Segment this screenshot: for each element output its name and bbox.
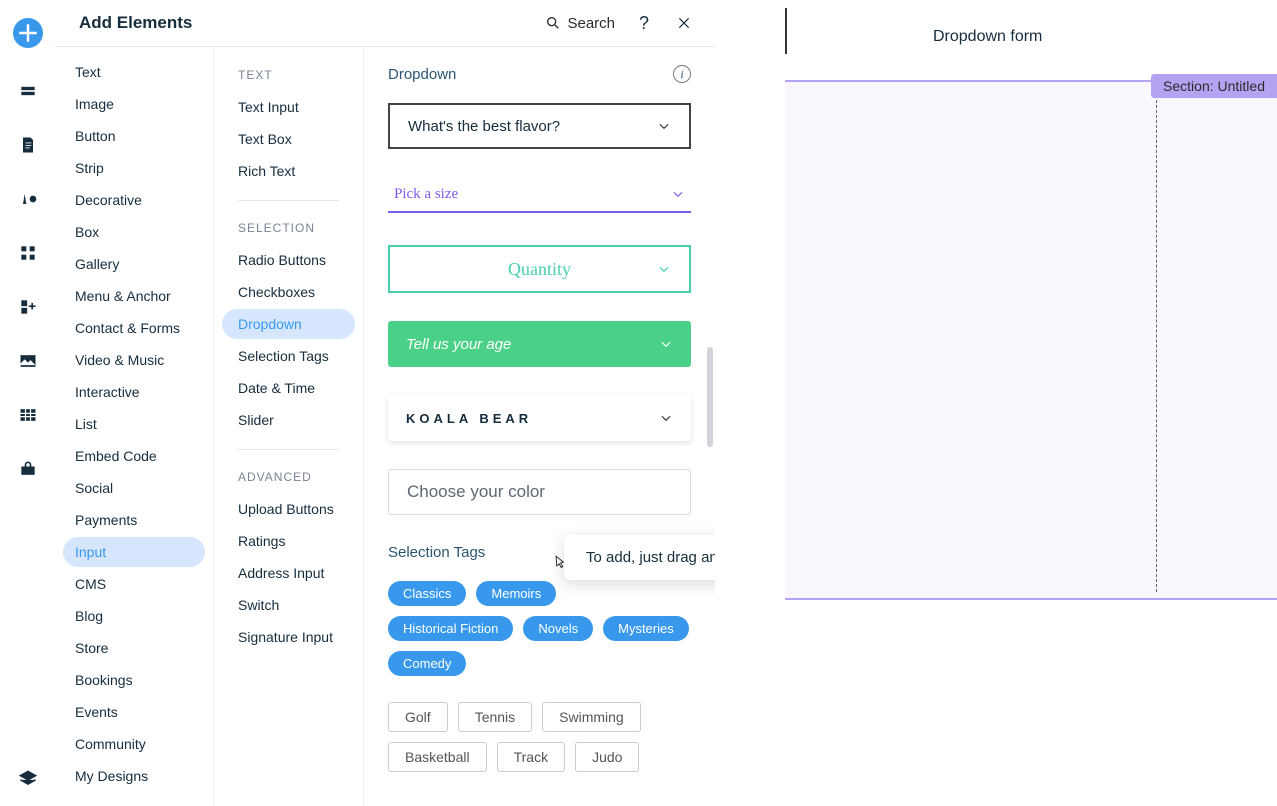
category-social[interactable]: Social <box>63 473 205 503</box>
category-contact-forms[interactable]: Contact & Forms <box>63 313 205 343</box>
tag-judo[interactable]: Judo <box>575 742 639 772</box>
dropdown-preset-4[interactable]: Tell us your age <box>388 321 691 367</box>
panel-search[interactable]: Search <box>545 15 615 32</box>
dropdown-preset-2[interactable]: Pick a size <box>388 177 691 213</box>
group-head-advanced: ADVANCED <box>214 464 363 494</box>
tag-track[interactable]: Track <box>497 742 565 772</box>
tag-novels[interactable]: Novels <box>523 616 593 641</box>
selected-section[interactable] <box>785 80 1277 600</box>
category-list[interactable]: List <box>63 409 205 439</box>
panel-header: Add Elements Search ? <box>55 0 715 46</box>
grid-guideline <box>1156 80 1157 592</box>
category-gallery[interactable]: Gallery <box>63 249 205 279</box>
category-interactive[interactable]: Interactive <box>63 377 205 407</box>
category-video-music[interactable]: Video & Music <box>63 345 205 375</box>
business-icon[interactable] <box>17 458 39 480</box>
category-embed-code[interactable]: Embed Code <box>63 441 205 471</box>
pages-icon[interactable] <box>17 134 39 156</box>
category-button[interactable]: Button <box>63 121 205 151</box>
editor-canvas[interactable]: Dropdown form Section: Untitled <box>715 0 1277 806</box>
tag-memoirs[interactable]: Memoirs <box>476 581 556 606</box>
layers-icon[interactable] <box>17 768 39 790</box>
tag-classics[interactable]: Classics <box>388 581 466 606</box>
section-label-tag[interactable]: Section: Untitled <box>1151 74 1277 98</box>
category-cms[interactable]: CMS <box>63 569 205 599</box>
subitem-slider[interactable]: Slider <box>222 405 355 435</box>
media-icon[interactable] <box>17 350 39 372</box>
tag-mysteries[interactable]: Mysteries <box>603 616 689 641</box>
subitem-date-time[interactable]: Date & Time <box>222 373 355 403</box>
subitem-selection-tags[interactable]: Selection Tags <box>222 341 355 371</box>
selection-tags-heading: Selection Tags <box>388 544 485 561</box>
scrollbar-thumb[interactable] <box>707 347 713 447</box>
category-text[interactable]: Text <box>63 57 205 87</box>
drag-drop-tooltip: To add, just drag and drop. <box>564 535 715 580</box>
category-image[interactable]: Image <box>63 89 205 119</box>
category-decorative[interactable]: Decorative <box>63 185 205 215</box>
category-blog[interactable]: Blog <box>63 601 205 631</box>
subitem-text-input[interactable]: Text Input <box>222 92 355 122</box>
tag-golf[interactable]: Golf <box>388 702 448 732</box>
group-head-selection: SELECTION <box>214 215 363 245</box>
subitem-address-input[interactable]: Address Input <box>222 558 355 588</box>
panel-title: Add Elements <box>79 13 545 33</box>
category-store[interactable]: Store <box>63 633 205 663</box>
subitem-upload-buttons[interactable]: Upload Buttons <box>222 494 355 524</box>
dropdown-preset-1[interactable]: What's the best flavor? <box>388 103 691 149</box>
category-payments[interactable]: Payments <box>63 505 205 535</box>
apps-icon[interactable] <box>17 242 39 264</box>
add-element-button[interactable] <box>13 18 43 48</box>
category-community[interactable]: Community <box>63 729 205 759</box>
category-bookings[interactable]: Bookings <box>63 665 205 695</box>
tag-historical-fiction[interactable]: Historical Fiction <box>388 616 513 641</box>
addons-icon[interactable] <box>17 296 39 318</box>
selection-tags-preset-1[interactable]: Classics Memoirs Historical Fiction Novels M… <box>388 581 691 676</box>
dropdown-heading: Dropdown <box>388 66 456 83</box>
subitem-checkboxes[interactable]: Checkboxes <box>222 277 355 307</box>
add-elements-panel: Add Elements Search ? TextImageButtonStr… <box>55 0 715 806</box>
subitem-switch[interactable]: Switch <box>222 590 355 620</box>
theme-icon[interactable] <box>17 188 39 210</box>
subitem-signature-input[interactable]: Signature Input <box>222 622 355 652</box>
category-menu-anchor[interactable]: Menu & Anchor <box>63 281 205 311</box>
dropdown-preset-5[interactable]: KOALA BEAR <box>388 395 691 441</box>
subitem-rich-text[interactable]: Rich Text <box>222 156 355 186</box>
category-input[interactable]: Input <box>63 537 205 567</box>
help-icon[interactable]: ? <box>633 13 655 34</box>
tag-basketball[interactable]: Basketball <box>388 742 487 772</box>
close-icon[interactable] <box>673 16 695 30</box>
header-text[interactable]: Dropdown form <box>933 28 1042 46</box>
dropdown-preset-3[interactable]: Quantity <box>388 245 691 293</box>
left-toolbar <box>0 0 55 806</box>
category-box[interactable]: Box <box>63 217 205 247</box>
search-label: Search <box>567 15 615 32</box>
subitem-radio-buttons[interactable]: Radio Buttons <box>222 245 355 275</box>
tag-swimming[interactable]: Swimming <box>542 702 641 732</box>
subitem-dropdown[interactable]: Dropdown <box>222 309 355 339</box>
category-events[interactable]: Events <box>63 697 205 727</box>
caret-line <box>785 8 787 54</box>
category-column: TextImageButtonStripDecorativeBoxGallery… <box>55 47 213 806</box>
group-head-text: TEXT <box>214 62 363 92</box>
info-icon[interactable]: i <box>673 65 691 83</box>
sections-icon[interactable] <box>17 80 39 102</box>
subitem-ratings[interactable]: Ratings <box>222 526 355 556</box>
selection-tags-preset-2[interactable]: Golf Tennis Swimming Basketball Track Judo <box>388 702 691 772</box>
category-my-designs[interactable]: My Designs <box>63 761 205 791</box>
category-strip[interactable]: Strip <box>63 153 205 183</box>
dropdown-preset-6[interactable]: Choose your color <box>388 469 691 515</box>
preview-column: Dropdown i What's the best flavor? Pick … <box>363 47 715 806</box>
subitem-text-box[interactable]: Text Box <box>222 124 355 154</box>
tag-tennis[interactable]: Tennis <box>458 702 532 732</box>
dropdown-heading-row: Dropdown i <box>388 65 691 83</box>
grid-icon[interactable] <box>17 404 39 426</box>
tag-comedy[interactable]: Comedy <box>388 651 466 676</box>
subcategory-column: TEXTText InputText BoxRich Text SELECTION… <box>213 47 363 806</box>
